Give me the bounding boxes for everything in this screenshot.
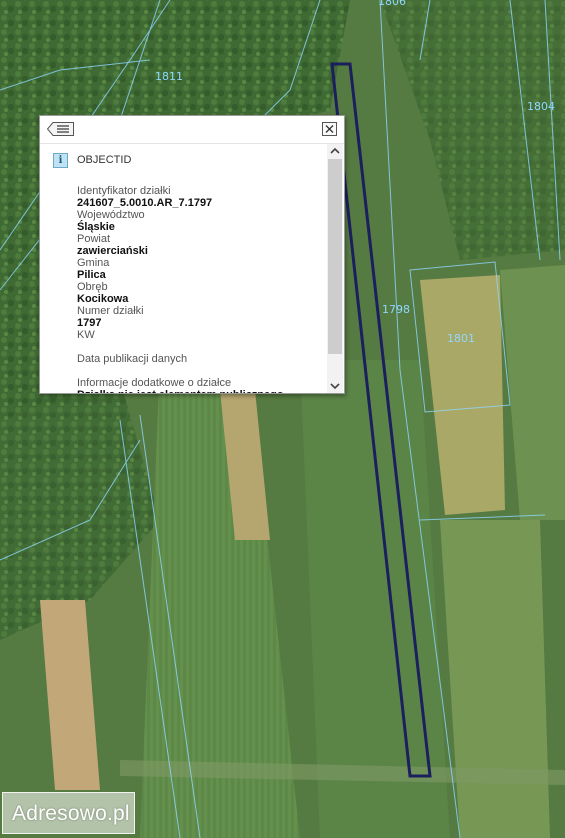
parcel-label-1798: 1798 — [382, 303, 410, 316]
field-label: Informacje dodatkowe o działce — [77, 377, 232, 389]
menu-icon[interactable] — [47, 122, 74, 136]
field-value: Pilica — [77, 269, 106, 281]
attribute-list: Identyfikator działki 241607_5.0010.AR_7.… — [77, 185, 317, 393]
field-value: zawierciański — [77, 245, 148, 257]
scroll-down-icon[interactable] — [327, 379, 343, 393]
popup-header — [40, 116, 344, 144]
popup-content[interactable]: i OBJECTID Identyfikator działki 241607_5… — [40, 144, 326, 393]
field-value: Śląskie — [77, 221, 115, 233]
parcel-label-1801: 1801 — [447, 332, 475, 345]
field-label: Powiat — [77, 233, 111, 245]
info-icon: i — [53, 153, 68, 168]
field-label: Numer działki — [77, 305, 144, 317]
watermark-text: Adresowo.pl — [12, 802, 130, 825]
field-value: Działka nie jest elementem publicznego r… — [77, 389, 317, 393]
field-label: Gmina — [77, 257, 110, 269]
field-label: Identyfikator działki — [77, 185, 171, 197]
field-value: 1797 — [77, 317, 102, 329]
parcel-label-1806: 1806 — [378, 0, 406, 8]
field-label: Obręb — [77, 281, 108, 293]
watermark-logo: Adresowo.pl — [2, 792, 135, 834]
popup-title: OBJECTID — [77, 154, 132, 166]
scroll-thumb[interactable] — [328, 159, 342, 354]
popup-scrollbar[interactable] — [327, 144, 343, 393]
field-label: Data publikacji danych — [77, 353, 188, 365]
field-value: Kocikowa — [77, 293, 129, 305]
field-value — [77, 341, 317, 353]
field-value — [77, 365, 317, 377]
parcel-label-1804: 1804 — [527, 100, 555, 113]
field-label: Województwo — [77, 209, 145, 221]
field-value: 241607_5.0010.AR_7.1797 — [77, 197, 213, 209]
close-icon[interactable] — [322, 122, 337, 136]
field-label: KW — [77, 329, 95, 341]
scroll-up-icon[interactable] — [327, 144, 343, 158]
feature-info-popup: i OBJECTID Identyfikator działki 241607_5… — [39, 115, 345, 394]
parcel-label-1811: 1811 — [155, 70, 183, 83]
